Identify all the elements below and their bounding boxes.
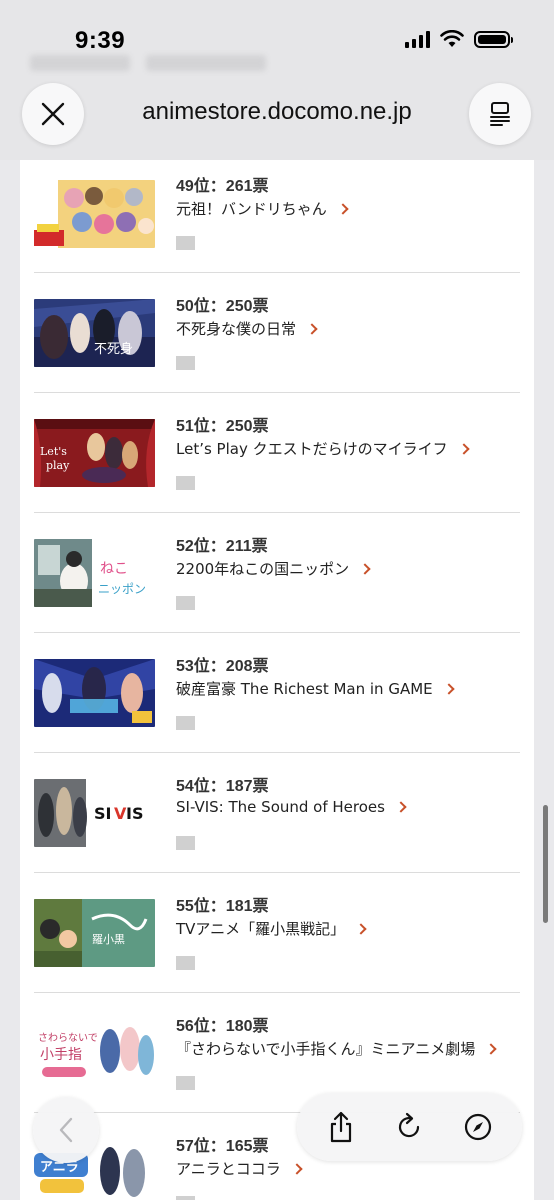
anime-title-link[interactable]: 元祖！バンドリちゃん [176,198,349,219]
back-button[interactable] [33,1097,99,1163]
anime-title-link[interactable]: 2200年ねこの国ニッポン [176,558,371,579]
anime-title: アニラとココラ [176,1160,281,1178]
reload-button[interactable] [389,1107,429,1147]
reader-icon [490,102,510,126]
svg-text:IS: IS [126,804,143,823]
anime-title-link[interactable]: SI-VIS: The Sound of Heroes [176,798,407,816]
svg-text:SI: SI [94,804,111,823]
tag-placeholder [176,1196,195,1200]
svg-text:さわらないで: さわらないで [38,1032,98,1044]
ranking-list: 49位：261票 元祖！バンドリちゃん 不死身 50位：250票 不死身な僕の日… [20,160,534,1200]
tag-placeholder [176,356,195,370]
svg-text:play: play [46,459,70,472]
chevron-right-icon [355,922,367,935]
chevron-right-icon [359,562,371,575]
thumbnail-image: ねこ ニッポン [34,539,155,607]
rank-votes: 50位：250票 [176,298,269,315]
svg-text:ニッポン: ニッポン [98,582,146,596]
thumbnail-image: 羅小黒 [34,899,155,967]
safari-button[interactable] [458,1107,498,1147]
status-icons [405,30,513,48]
ranking-row[interactable]: ねこ ニッポン 52位：211票 2200年ねこの国ニッポン [34,513,520,633]
tag-placeholder [176,596,195,610]
anime-title: 2200年ねこの国ニッポン [176,560,350,578]
status-time: 9:39 [75,27,126,54]
anime-title: 破産富豪 The Richest Man in GAME [176,680,433,698]
chevron-right-icon [306,322,318,335]
rank-votes: 55位：181票 [176,898,269,915]
thumbnail-image: SI V IS [34,779,155,847]
chevron-right-icon [291,1162,303,1175]
thumbnail-image [34,659,155,727]
anime-title: SI-VIS: The Sound of Heroes [176,798,385,816]
wifi-icon [440,30,464,47]
anime-title: 不死身な僕の日常 [176,320,297,338]
browser-toolbar [297,1093,522,1161]
thumbnail-image: Let's play [34,419,155,487]
thumbnail-image [34,180,155,248]
close-button[interactable] [22,83,84,145]
anime-title-link[interactable]: アニラとココラ [176,1158,303,1179]
anime-title-link[interactable]: TVアニメ「羅小黒戦記」 [176,918,367,939]
chevron-left-icon [59,1117,73,1143]
scroll-indicator[interactable] [543,805,548,923]
ranking-row[interactable]: Let's play 51位：250票 Let’s Play クエストだらけのマ… [34,393,520,513]
ranking-row[interactable]: SI V IS 54位：187票 SI-VIS: The Sound of He… [34,753,520,873]
battery-icon [474,30,513,48]
share-button[interactable] [321,1107,361,1147]
anime-title: 『さわらないで小手指くん』ミニアニメ劇場 [176,1040,476,1058]
svg-text:小手指: 小手指 [40,1047,82,1063]
anime-title: 元祖！バンドリちゃん [176,200,327,218]
ranking-row[interactable]: 羅小黒 55位：181票 TVアニメ「羅小黒戦記」 [34,873,520,993]
blurred-page-content [30,55,330,85]
anime-title-link[interactable]: 不死身な僕の日常 [176,318,318,339]
rank-votes: 49位：261票 [176,178,269,195]
tag-placeholder [176,476,195,490]
anime-title-link[interactable]: 『さわらないで小手指くん』ミニアニメ劇場 [176,1038,497,1059]
ranking-row[interactable]: 不死身 50位：250票 不死身な僕の日常 [34,273,520,393]
rank-votes: 56位：180票 [176,1018,269,1035]
chevron-right-icon [395,801,407,813]
anime-title-link[interactable]: 破産富豪 The Richest Man in GAME [176,678,455,699]
chevron-right-icon [337,202,349,215]
svg-text:羅小黒: 羅小黒 [92,933,125,946]
rank-votes: 52位：211票 [176,538,268,555]
share-icon [331,1111,352,1143]
compass-icon [464,1113,491,1141]
thumbnail-image: さわらないで 小手指 [34,1019,155,1087]
thumbnail-image: 不死身 [34,299,155,367]
svg-text:不死身: 不死身 [94,341,133,357]
ranking-row[interactable]: 49位：261票 元祖！バンドリちゃん [34,160,520,273]
chevron-right-icon [442,682,455,695]
chevron-right-icon [457,442,470,455]
anime-title: Let’s Play クエストだらけのマイライフ [176,440,448,458]
anime-title: TVアニメ「羅小黒戦記」 [176,920,346,938]
tag-placeholder [176,956,195,970]
reload-icon [399,1112,420,1138]
browser-header: 9:39 animestore.docomo.ne.jp [0,0,554,160]
url-label[interactable]: animestore.docomo.ne.jp [100,98,454,126]
anime-title-link[interactable]: Let’s Play クエストだらけのマイライフ [176,438,470,459]
reader-button[interactable] [469,83,531,145]
chevron-right-icon [485,1042,497,1055]
tag-placeholder [176,836,195,850]
tag-placeholder [176,716,195,730]
cellular-signal-icon [405,30,430,48]
rank-votes: 54位：187票 [176,778,269,795]
rank-votes: 51位：250票 [176,418,269,435]
ranking-row[interactable]: 53位：208票 破産富豪 The Richest Man in GAME [34,633,520,753]
svg-text:ねこ: ねこ [100,561,128,577]
tag-placeholder [176,1076,195,1090]
tag-placeholder [176,236,195,250]
svg-text:Let's: Let's [40,445,67,458]
rank-votes: 53位：208票 [176,658,269,675]
rank-votes: 57位：165票 [176,1138,269,1155]
close-icon [41,102,65,126]
